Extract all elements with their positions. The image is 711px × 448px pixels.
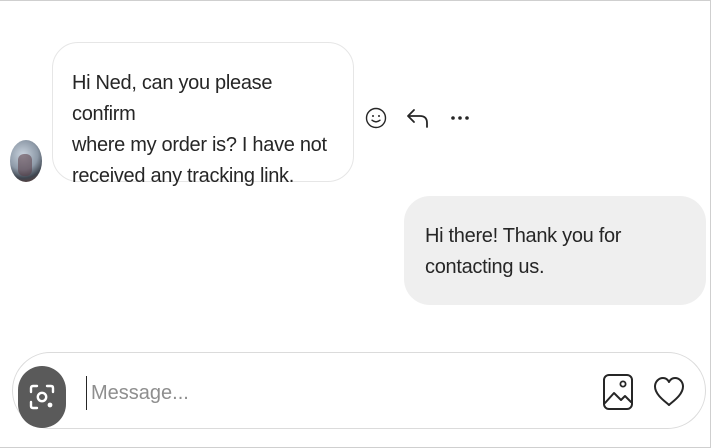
more-dots-icon [451,116,469,120]
lens-icon [29,384,55,410]
attach-image-button[interactable] [600,372,636,412]
outgoing-message-bubble[interactable]: Hi there! Thank you for contacting us. [404,196,706,305]
react-button[interactable] [362,104,390,132]
sender-avatar[interactable] [10,140,42,182]
reply-button[interactable] [404,104,432,132]
incoming-message-text: Hi Ned, can you please confirm where my … [72,72,327,187]
image-icon [603,374,633,410]
lens-button[interactable] [18,366,66,428]
smiley-icon [365,107,387,129]
message-actions [362,100,474,136]
incoming-message-bubble[interactable]: Hi Ned, can you please confirm where my … [52,42,354,187]
reply-arrow-icon [407,109,428,128]
more-options-button[interactable] [446,104,474,132]
outgoing-message-text: Hi there! Thank you for contacting us. [425,225,622,278]
message-input[interactable] [86,376,571,410]
like-button[interactable] [651,372,687,412]
heart-icon [654,377,684,406]
